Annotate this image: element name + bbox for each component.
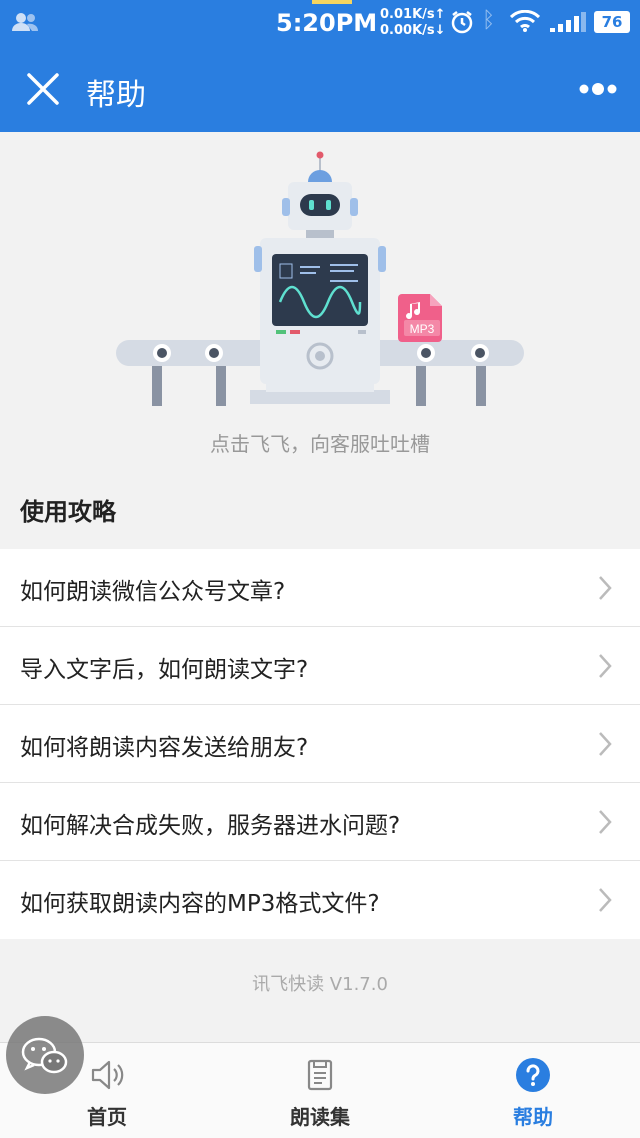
page-title: 帮助	[86, 78, 146, 113]
help-icon	[516, 1058, 550, 1092]
chevron-right-icon	[599, 888, 612, 912]
chevron-right-icon	[599, 732, 612, 756]
net-up: 0.01K/s↑	[380, 7, 446, 22]
status-notch	[312, 0, 352, 4]
tab-help[interactable]: 帮助	[453, 1043, 613, 1138]
tab-label: 帮助	[513, 1105, 553, 1129]
battery-indicator: 76	[594, 11, 630, 33]
alarm-icon	[451, 11, 473, 34]
floating-chat-button[interactable]	[6, 1016, 84, 1094]
guide-item-label: 导入文字后，如何朗读文字?	[20, 657, 309, 683]
wifi-icon	[510, 10, 540, 32]
hero-section: MP3 点击飞飞，向客服吐吐槽	[0, 132, 640, 472]
guide-item-send-friend[interactable]: 如何将朗读内容发送给朋友?	[0, 705, 640, 783]
signal-icon	[550, 12, 586, 32]
guide-item-label: 如何朗读微信公众号文章?	[20, 579, 286, 605]
hero-caption[interactable]: 点击飞飞，向客服吐吐槽	[0, 428, 640, 457]
mp3-badge-text: MP3	[410, 322, 435, 336]
tab-label: 朗读集	[290, 1105, 350, 1129]
tab-bar: 首页 朗读集 帮助	[0, 1042, 640, 1138]
close-icon[interactable]	[26, 72, 60, 106]
network-speed: 0.01K/s↑ 0.00K/s↓	[380, 7, 446, 39]
status-time: 5:20PM	[276, 9, 378, 37]
navigation-bar: 帮助	[0, 46, 640, 132]
net-down: 0.00K/s↓	[380, 23, 446, 38]
guide-list: 如何朗读微信公众号文章? 导入文字后，如何朗读文字? 如何将朗读内容发送给朋友?…	[0, 549, 640, 939]
guide-section-title: 使用攻略	[20, 498, 116, 526]
more-options-icon[interactable]	[578, 82, 618, 96]
contacts-icon	[12, 13, 38, 31]
robot-illustration[interactable]: MP3	[110, 150, 530, 410]
chevron-right-icon	[599, 654, 612, 678]
guide-item-label: 如何将朗读内容发送给朋友?	[20, 735, 309, 761]
chevron-right-icon	[599, 576, 612, 600]
chevron-right-icon	[599, 810, 612, 834]
tab-reading-collection[interactable]: 朗读集	[240, 1043, 400, 1138]
tab-label: 首页	[87, 1105, 127, 1129]
guide-item-get-mp3[interactable]: 如何获取朗读内容的MP3格式文件?	[0, 861, 640, 939]
speaker-icon	[91, 1060, 124, 1090]
wechat-icon	[21, 1037, 68, 1074]
status-bar: 5:20PM 0.01K/s↑ 0.00K/s↓ ᛒ 76	[0, 0, 640, 46]
guide-item-read-imported[interactable]: 导入文字后，如何朗读文字?	[0, 627, 640, 705]
guide-item-synthesis-failure[interactable]: 如何解决合成失败，服务器进水问题?	[0, 783, 640, 861]
book-icon	[307, 1059, 333, 1091]
guide-item-read-wechat[interactable]: 如何朗读微信公众号文章?	[0, 549, 640, 627]
guide-item-label: 如何解决合成失败，服务器进水问题?	[20, 813, 401, 839]
bluetooth-icon: ᛒ	[482, 8, 496, 33]
app-version: 讯飞快读 V1.7.0	[252, 974, 388, 995]
guide-item-label: 如何获取朗读内容的MP3格式文件?	[20, 891, 380, 917]
